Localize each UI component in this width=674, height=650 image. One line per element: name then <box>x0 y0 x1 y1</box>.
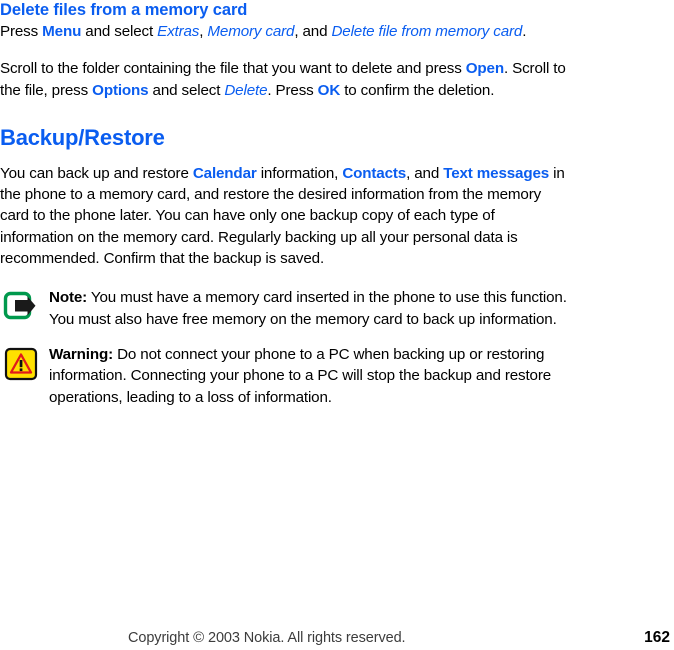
ui-term-open: Open <box>465 60 504 78</box>
note-label: Note: <box>49 289 88 307</box>
text-fragment: . <box>522 23 527 40</box>
manual-page: Delete files from a memory card Press Me… <box>0 0 674 650</box>
text-fragment: You can back up and restore <box>0 164 193 182</box>
note-arrow-icon <box>2 289 42 325</box>
ui-term-calendar: Calendar <box>192 164 257 182</box>
ui-term-text-messages: Text messages <box>443 164 550 182</box>
text-fragment: , and <box>406 164 444 182</box>
heading-delete-files: Delete files from a memory card <box>0 1 248 19</box>
note-body: You must have a memory card inserted in … <box>49 289 567 328</box>
text-fragment: , and <box>294 23 332 40</box>
text-fragment: information, <box>256 164 343 182</box>
heading-backup-restore: Backup/Restore <box>0 124 165 150</box>
text-fragment: Press <box>0 23 43 40</box>
warning-text: Warning: Do not connect your phone to a … <box>49 344 568 408</box>
text-fragment: . Press <box>267 81 318 99</box>
page-number: 162 <box>644 629 670 646</box>
ui-term-memory-card: Memory card <box>207 23 295 40</box>
note-callout: Note: You must have a memory card insert… <box>0 287 568 330</box>
page-footer: Copyright © 2003 Nokia. All rights reser… <box>0 628 674 650</box>
warning-body: Do not connect your phone to a PC when b… <box>49 345 552 406</box>
paragraph-delete-steps: Scroll to the folder containing the file… <box>0 58 568 101</box>
paragraph-backup-overview: You can back up and restore Calendar inf… <box>0 163 568 269</box>
ui-term-extras: Extras <box>157 23 200 40</box>
copyright-notice: Copyright © 2003 Nokia. All rights reser… <box>128 628 406 648</box>
copyright-symbol-icon: © <box>193 629 205 646</box>
warning-triangle-icon <box>2 346 42 382</box>
text-fragment: Scroll to the folder containing the file… <box>0 60 466 78</box>
text-fragment: and select <box>148 81 225 99</box>
paragraph-delete-instructions: Press Menu and select Extras, Memory car… <box>0 21 568 42</box>
text-fragment: to confirm the deletion. <box>340 81 495 99</box>
ui-term-contacts: Contacts <box>342 164 407 182</box>
ui-term-ok: OK <box>317 81 341 99</box>
text-fragment: and select <box>81 23 158 40</box>
page-content: Delete files from a memory card Press Me… <box>0 0 568 422</box>
warning-callout: Warning: Do not connect your phone to a … <box>0 344 568 408</box>
copyright-text-after: 2003 Nokia. All rights reserved. <box>204 630 406 646</box>
note-text: Note: You must have a memory card insert… <box>49 287 568 330</box>
warning-label: Warning: <box>49 345 114 363</box>
ui-term-options: Options <box>92 81 149 99</box>
copyright-text-before: Copyright <box>128 630 194 646</box>
ui-term-delete: Delete <box>224 81 268 99</box>
ui-term-menu: Menu <box>42 23 82 40</box>
ui-term-delete-file-from-memory-card: Delete file from memory card <box>331 23 523 40</box>
